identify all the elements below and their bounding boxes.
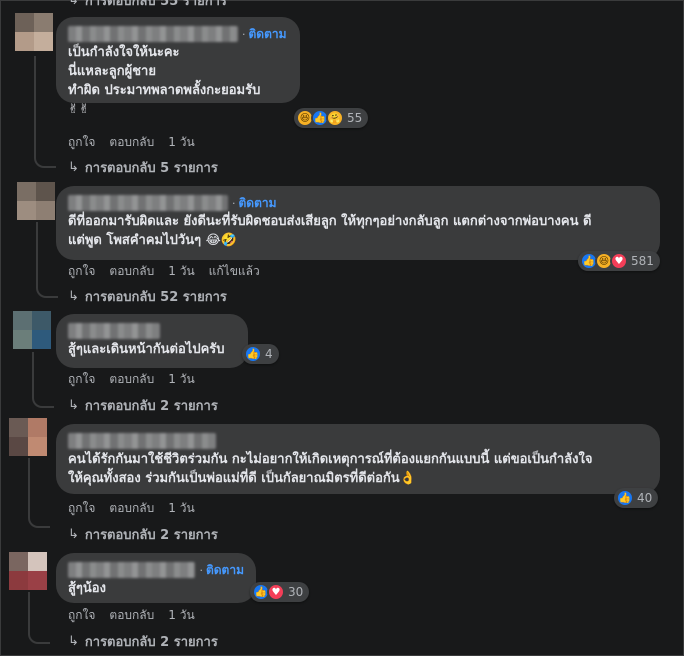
timestamp[interactable]: 1 วัน xyxy=(168,499,194,518)
comment-text: เป็นกำลังใจให้นะคะ นี่แหละลูกผู้ชาย ทำผิ… xyxy=(68,45,261,117)
avatar[interactable] xyxy=(9,418,47,456)
reaction-summary[interactable]: 👍 😆 ♥ 581 xyxy=(578,251,660,271)
avatar[interactable] xyxy=(17,182,55,220)
author-name[interactable] xyxy=(68,323,160,339)
comment-bubble: · ติดตาม สู้ๆน้อง xyxy=(56,553,256,603)
comment-bubble: คนได้รักกันมาใช้ชีวิตร่วมกัน กะไม่อยากให… xyxy=(56,424,660,494)
author-name[interactable] xyxy=(68,433,216,449)
comment-bubble: สู้ๆและเดินหน้ากันต่อไปครับ xyxy=(56,314,248,368)
love-icon: ♥ xyxy=(610,252,628,270)
thread-elbow xyxy=(34,152,56,168)
avatar[interactable] xyxy=(15,13,53,51)
author-name[interactable] xyxy=(68,562,196,578)
like-button[interactable]: ถูกใจ xyxy=(68,133,95,152)
comment-actions: ถูกใจ ตอบกลับ 1 วัน xyxy=(68,133,209,152)
author-name[interactable] xyxy=(68,26,238,42)
thread-line xyxy=(32,352,34,394)
like-button[interactable]: ถูกใจ xyxy=(68,606,95,625)
like-icon: 👍 xyxy=(616,489,634,507)
view-replies-link[interactable]: ↳ การตอบกลับ 55 รายการ xyxy=(68,0,227,11)
comment-text: สู้ๆและเดินหน้ากันต่อไปครับ xyxy=(68,342,225,357)
reaction-summary[interactable]: 😆 👍 🤗 55 xyxy=(294,108,369,128)
comment-actions: ถูกใจ ตอบกลับ 1 วัน xyxy=(68,370,209,389)
reply-button[interactable]: ตอบกลับ xyxy=(109,499,154,518)
author-name[interactable] xyxy=(68,195,228,211)
timestamp[interactable]: 1 วัน xyxy=(168,262,194,281)
avatar[interactable] xyxy=(9,552,47,590)
reply-button[interactable]: ตอบกลับ xyxy=(109,133,154,152)
reaction-summary[interactable]: 👍 4 xyxy=(242,344,279,364)
view-replies-link[interactable]: ↳ การตอบกลับ 5 รายการ xyxy=(68,157,218,178)
follow-button[interactable]: ติดตาม xyxy=(239,194,277,213)
like-button[interactable]: ถูกใจ xyxy=(68,262,95,281)
comment-text: ดีที่ออกมารับผิดและ ยังดีนะที่รับผิดชอบส… xyxy=(68,214,592,248)
edited-label[interactable]: แก้ไขแล้ว xyxy=(209,262,260,281)
comment-actions: ถูกใจ ตอบกลับ 1 วัน แก้ไขแล้ว xyxy=(68,262,274,281)
thread-elbow xyxy=(28,512,50,528)
view-replies-link[interactable]: ↳ การตอบกลับ 2 รายการ xyxy=(68,631,218,652)
thread-elbow xyxy=(32,392,54,408)
love-icon: ♥ xyxy=(267,583,285,601)
reply-button[interactable]: ตอบกลับ xyxy=(109,262,154,281)
comment-actions: ถูกใจ ตอบกลับ 1 วัน xyxy=(68,499,209,518)
thread-line xyxy=(34,56,36,154)
timestamp[interactable]: 1 วัน xyxy=(168,370,194,389)
reply-button[interactable]: ตอบกลับ xyxy=(109,370,154,389)
reply-button[interactable]: ตอบกลับ xyxy=(109,606,154,625)
reaction-count: 55 xyxy=(347,111,363,125)
thread-line xyxy=(36,222,38,284)
reaction-count: 581 xyxy=(631,254,654,268)
like-button[interactable]: ถูกใจ xyxy=(68,499,95,518)
thread-elbow xyxy=(28,628,50,644)
view-replies-link[interactable]: ↳ การตอบกลับ 2 รายการ xyxy=(68,524,218,545)
like-button[interactable]: ถูกใจ xyxy=(68,370,95,389)
like-icon: 👍 xyxy=(244,345,262,363)
timestamp[interactable]: 1 วัน xyxy=(168,133,194,152)
comment-bubble: · ติดตาม ดีที่ออกมารับผิดและ ยังดีนะที่รั… xyxy=(56,186,660,260)
comment-text: สู้ๆน้อง xyxy=(68,581,106,596)
follow-button[interactable]: ติดตาม xyxy=(249,25,287,44)
comment-bubble: · ติดตาม เป็นกำลังใจให้นะคะ นี่แหละลูกผู้… xyxy=(56,17,300,117)
reaction-summary[interactable]: 👍 40 xyxy=(614,488,659,508)
thread-line xyxy=(28,458,30,514)
avatar[interactable] xyxy=(13,311,51,349)
reaction-count: 30 xyxy=(288,585,304,599)
view-replies-link[interactable]: ↳ การตอบกลับ 52 รายการ xyxy=(68,286,227,307)
follow-button[interactable]: ติดตาม xyxy=(206,561,244,580)
care-icon: 🤗 xyxy=(326,109,344,127)
reaction-summary[interactable]: 👍 ♥ 30 xyxy=(250,582,310,602)
reaction-count: 40 xyxy=(637,491,653,505)
thread-elbow xyxy=(36,282,58,298)
comment-text: คนได้รักกันมาใช้ชีวิตร่วมกัน กะไม่อยากให… xyxy=(68,452,593,486)
reaction-count: 4 xyxy=(265,347,273,361)
view-replies-link[interactable]: ↳ การตอบกลับ 2 รายการ xyxy=(68,395,218,416)
comment-actions: ถูกใจ ตอบกลับ 1 วัน xyxy=(68,606,209,625)
thread-line xyxy=(28,592,30,630)
timestamp[interactable]: 1 วัน xyxy=(168,606,194,625)
